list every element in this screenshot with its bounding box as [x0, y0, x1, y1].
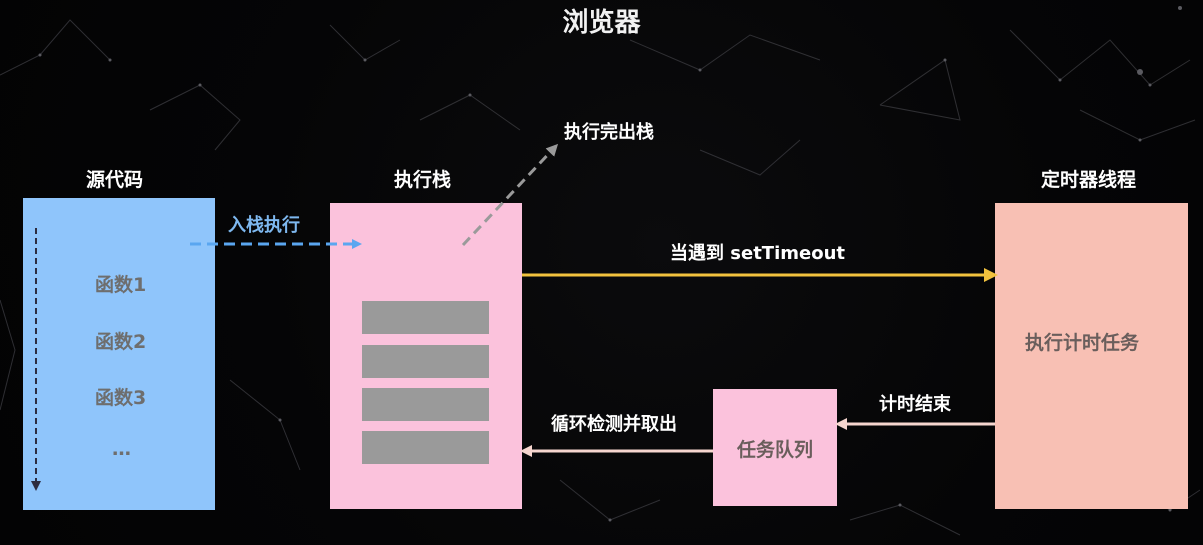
push-arrow-label: 入栈执行: [228, 215, 300, 236]
diagram-canvas: 浏览器 源代码 执行栈 定时器线程 函数1 函数2 函数3 … 执行计时任务 任…: [0, 0, 1203, 545]
settimeout-arrow-label: 当遇到 setTimeout: [670, 243, 845, 264]
timer-done-arrow-label: 计时结束: [879, 394, 951, 415]
pop-arrow: [461, 143, 559, 247]
loop-arrow-label: 循环检测并取出: [551, 414, 677, 435]
pop-arrow-label: 执行完出栈: [564, 122, 654, 143]
arrows-layer: [31, 143, 998, 491]
